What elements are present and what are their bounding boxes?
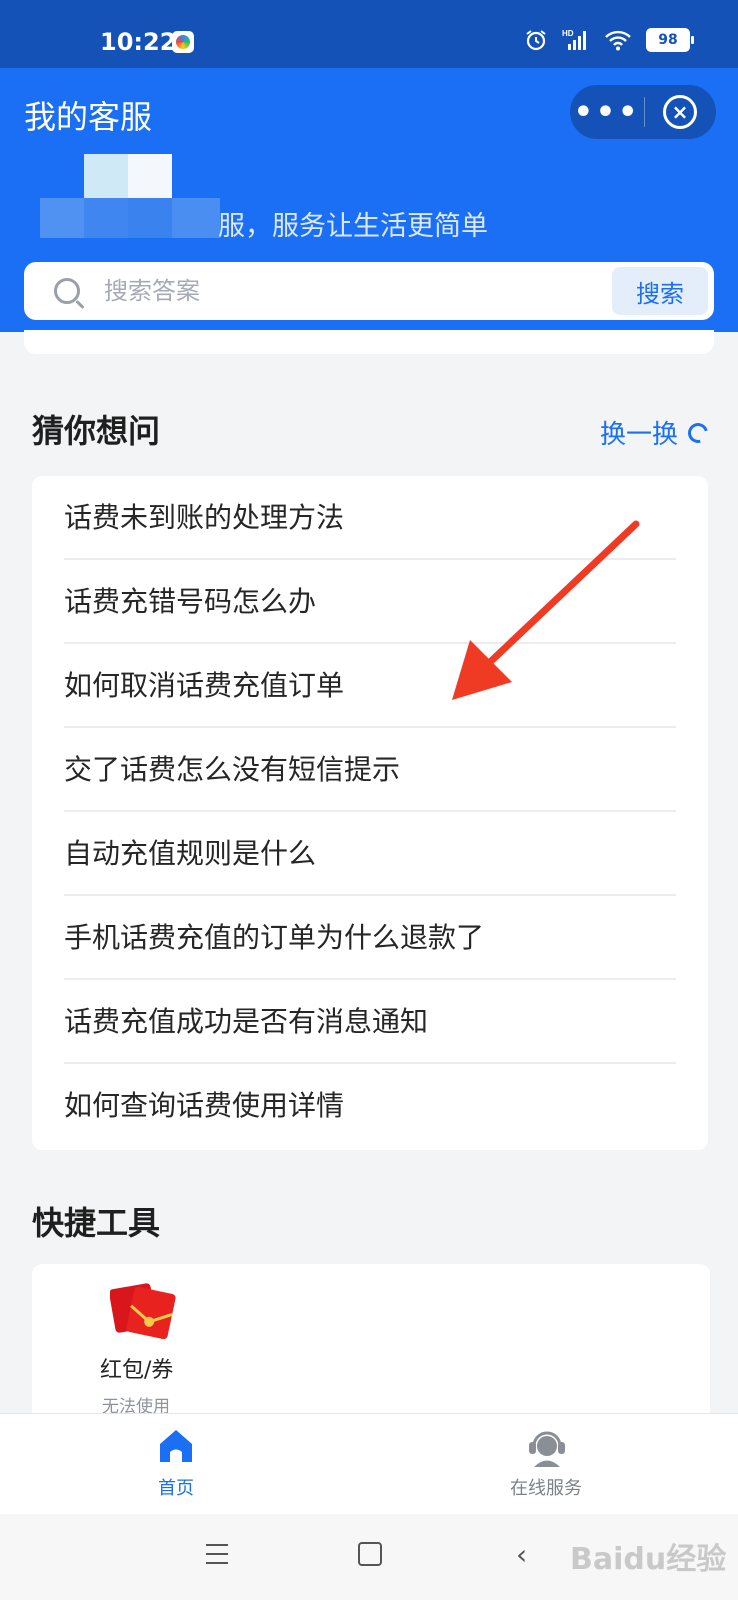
question-item[interactable]: 自动充值规则是什么	[64, 812, 676, 896]
menu-icon[interactable]	[206, 1544, 228, 1571]
status-bar: 10:22 HD 98	[0, 0, 738, 68]
tools-card: 红包/券 无法使用	[32, 1264, 710, 1424]
more-button[interactable]: •••	[570, 85, 644, 139]
section-title-tools: 快捷工具	[32, 1204, 161, 1242]
tab-home-label: 首页	[158, 1478, 194, 1499]
tool-label[interactable]: 红包/券	[100, 1352, 173, 1384]
alarm-icon	[526, 30, 546, 51]
refresh-button[interactable]: 换一换	[599, 414, 712, 451]
question-item[interactable]: 如何查询话费使用详情	[64, 1064, 676, 1148]
customer-service-icon	[529, 1431, 565, 1467]
battery-icon: 98	[646, 28, 694, 52]
close-button[interactable]: ×	[645, 85, 715, 139]
tab-home[interactable]: 首页	[96, 1414, 256, 1514]
question-item[interactable]: 话费未到账的处理方法	[64, 476, 676, 560]
search-button[interactable]: 搜索	[612, 267, 708, 315]
search-icon	[54, 278, 80, 304]
system-nav-bar: ‹ Baidu经验	[0, 1514, 738, 1600]
wifi-icon	[605, 30, 631, 51]
refresh-icon	[684, 418, 712, 447]
question-item[interactable]: 交了话费怎么没有短信提示	[64, 728, 676, 812]
question-item[interactable]: 话费充错号码怎么办	[64, 560, 676, 644]
watermark: Baidu经验	[570, 1542, 727, 1577]
status-time: 10:22	[100, 28, 177, 56]
question-list: 话费未到账的处理方法 话费充错号码怎么办 如何取消话费充值订单 交了话费怎么没有…	[32, 476, 708, 1150]
home-square-icon[interactable]	[358, 1542, 382, 1566]
close-icon: ×	[663, 95, 697, 129]
search-bar: 搜索	[24, 262, 714, 320]
status-icons: HD 98	[524, 28, 694, 52]
tab-bar: 首页 在线服务	[0, 1413, 738, 1514]
hd-signal-icon: HD	[562, 29, 586, 50]
section-title-guess: 猜你想问	[32, 412, 161, 450]
red-packet-icon[interactable]	[110, 1282, 176, 1340]
tab-online-service-label: 在线服务	[510, 1478, 582, 1499]
refresh-label: 换一换	[599, 420, 678, 450]
search-input[interactable]	[102, 276, 612, 306]
mini-program-capsule: ••• ×	[570, 85, 716, 139]
page-title: 我的客服	[24, 98, 153, 136]
question-item[interactable]: 话费充值成功是否有消息通知	[64, 980, 676, 1064]
app-icon	[172, 31, 194, 53]
slogan: 服，服务让生活更简单	[218, 211, 488, 242]
svg-text:HD: HD	[562, 29, 574, 38]
blurred-logo	[40, 154, 230, 242]
back-icon[interactable]: ‹	[516, 1538, 527, 1571]
search-card-bottom	[24, 330, 714, 354]
home-icon	[160, 1430, 192, 1462]
tab-online-service[interactable]: 在线服务	[466, 1414, 626, 1514]
question-item[interactable]: 如何取消话费充值订单	[64, 644, 676, 728]
question-item[interactable]: 手机话费充值的订单为什么退款了	[64, 896, 676, 980]
